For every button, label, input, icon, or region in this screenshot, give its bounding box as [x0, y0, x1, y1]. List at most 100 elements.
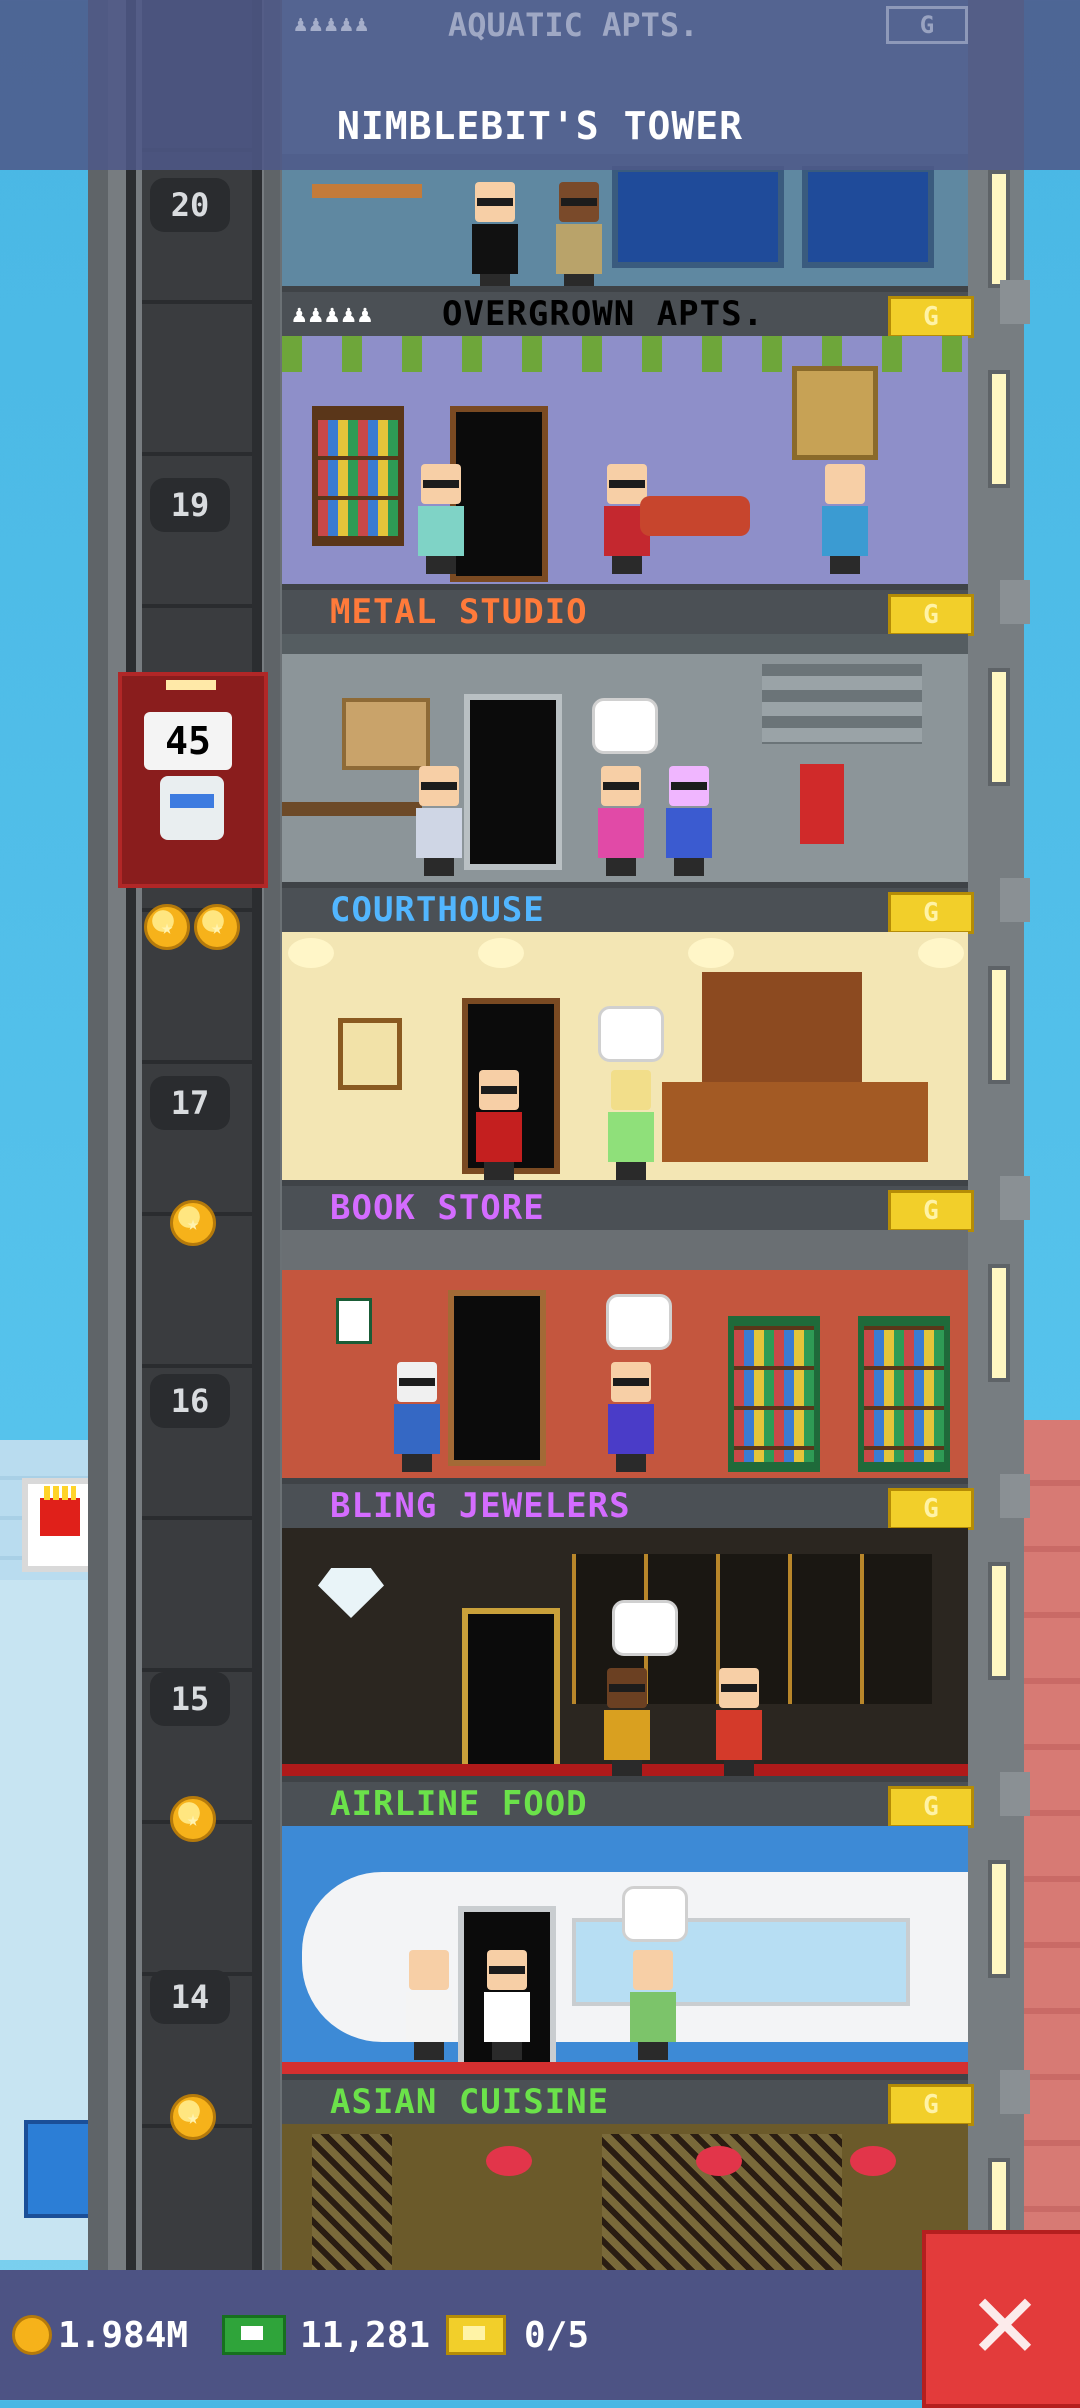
- lattice-window: [312, 2134, 392, 2284]
- tool-board: [342, 698, 430, 770]
- speech-bubble[interactable]: [612, 1600, 678, 1656]
- ticket-icon: [446, 2315, 506, 2355]
- waiting-coin-icon[interactable]: ★: [144, 904, 190, 950]
- bux-value: 11,281: [300, 2314, 431, 2356]
- floor-number-17: 17: [150, 1076, 230, 1130]
- floor-number-16: 16: [150, 1374, 230, 1428]
- floor-badge-icon[interactable]: G: [888, 892, 974, 934]
- coins-value: 1.984M: [58, 2314, 189, 2356]
- tower-name[interactable]: NIMBLEBIT'S TOWER: [0, 104, 1080, 148]
- bitizen[interactable]: [414, 464, 468, 574]
- floor-title: BOOK STORE: [330, 1188, 545, 1228]
- toolbox: [800, 764, 844, 844]
- speech-bubble[interactable]: [622, 1886, 688, 1942]
- waiting-coin-icon[interactable]: ★: [170, 1200, 216, 1246]
- bitizen[interactable]: [390, 1362, 444, 1472]
- top-floor-name: AQUATIC APTS.: [448, 6, 699, 44]
- floor-number-15: 15: [150, 1672, 230, 1726]
- floor-door: [448, 1290, 546, 1466]
- floor-room[interactable]: [282, 634, 968, 882]
- tower-scene: 20 19 17 16 15 14 ★ ★ ★ ★ ★ 45 ♟♟♟♟♟ OVE…: [0, 0, 1080, 2400]
- top-floor-badge-icon: G: [886, 6, 968, 44]
- fries-icon: [40, 1486, 80, 1536]
- top-floor-pips: ♟♟♟♟♟: [294, 12, 371, 37]
- floor-room[interactable]: [282, 1528, 968, 1776]
- bitizen[interactable]: [472, 1070, 526, 1180]
- bitizen[interactable]: [604, 1070, 658, 1180]
- fries-billboard: [22, 1478, 98, 1572]
- resident-pips: ♟♟♟♟♟: [292, 300, 375, 328]
- court-railing: [662, 1082, 928, 1162]
- floor-number-14: 14: [150, 1970, 230, 2024]
- wall-painting: [792, 366, 878, 460]
- table: [312, 184, 422, 198]
- floor-badge-icon[interactable]: G: [888, 296, 974, 338]
- floor-overgrown-apts[interactable]: ♟♟♟♟♟ OVERGROWN APTS. G: [282, 292, 974, 590]
- floor-door: [462, 1608, 560, 1776]
- bitizen[interactable]: [662, 766, 716, 876]
- window-light: [988, 170, 1010, 288]
- floor-title: OVERGROWN APTS.: [442, 294, 765, 334]
- resource-bar: 1.984M 11,281 0/5: [0, 2270, 1080, 2400]
- bitizen[interactable]: [626, 1950, 680, 2060]
- floor-courthouse[interactable]: COURTHOUSE G: [282, 888, 974, 1186]
- floor-room[interactable]: [282, 932, 968, 1180]
- floor-room[interactable]: [282, 336, 968, 584]
- wall-sign: [336, 1298, 372, 1344]
- bitizen[interactable]: [818, 464, 872, 574]
- floor-bling-jewelers[interactable]: BLING JEWELERS G: [282, 1484, 974, 1782]
- window-light: [988, 1562, 1010, 1680]
- elevator-cable-right: [252, 0, 262, 2280]
- bitizen[interactable]: [412, 766, 466, 876]
- coin-icon: [12, 2315, 52, 2355]
- background-building-right: [1020, 1420, 1080, 2260]
- ledge: [1000, 1176, 1030, 1220]
- floor-airline-food[interactable]: AIRLINE FOOD G: [282, 1782, 974, 2080]
- floor-badge-icon[interactable]: G: [888, 1488, 974, 1530]
- waiting-coin-icon[interactable]: ★: [170, 1796, 216, 1842]
- floor-metal-studio[interactable]: METAL STUDIO G: [282, 590, 974, 888]
- coins-stat[interactable]: 1.984M: [12, 2310, 188, 2360]
- floor-room[interactable]: [282, 1230, 968, 1478]
- diamond-icon: [318, 1568, 384, 1618]
- bitizen[interactable]: [604, 1362, 658, 1472]
- aquarium-window: [612, 166, 784, 268]
- window-light: [988, 966, 1010, 1084]
- bitizen[interactable]: [552, 182, 606, 286]
- floor-number-20: 20: [150, 178, 230, 232]
- floor-badge-icon[interactable]: G: [888, 594, 974, 636]
- elevator-track: [142, 0, 252, 2280]
- bitizen[interactable]: [480, 1950, 534, 2060]
- bitizen[interactable]: [468, 182, 522, 286]
- window-light: [988, 370, 1010, 488]
- bitizen[interactable]: [712, 1668, 766, 1776]
- floor-badge-icon[interactable]: G: [888, 2084, 974, 2126]
- close-button[interactable]: ✕: [922, 2230, 1080, 2408]
- lantern: [850, 2146, 896, 2176]
- speech-bubble[interactable]: [592, 698, 658, 754]
- waiting-coin-icon[interactable]: ★: [194, 904, 240, 950]
- metal-racks: [762, 664, 922, 744]
- ledge: [1000, 580, 1030, 624]
- speech-bubble[interactable]: [598, 1006, 664, 1062]
- bux-icon: [222, 2315, 286, 2355]
- bitizen[interactable]: [594, 766, 648, 876]
- waiting-coin-icon[interactable]: ★: [170, 2094, 216, 2140]
- aquarium-window: [802, 166, 934, 268]
- window-light: [988, 1264, 1010, 1382]
- tickets-stat[interactable]: 0/5: [446, 2310, 589, 2360]
- floor-badge-icon[interactable]: G: [888, 1190, 974, 1232]
- lantern: [486, 2146, 532, 2176]
- sofa: [640, 496, 750, 536]
- floor-room[interactable]: [282, 1826, 968, 2074]
- bitizen[interactable]: [600, 1668, 654, 1776]
- framed-notice: [338, 1018, 402, 1090]
- bux-stat[interactable]: 11,281: [222, 2310, 430, 2360]
- floor-book-store[interactable]: BOOK STORE G: [282, 1186, 974, 1484]
- bookshelf: [858, 1316, 950, 1472]
- floor-badge-icon[interactable]: G: [888, 1786, 974, 1828]
- bitizen[interactable]: [402, 1950, 456, 2060]
- speech-bubble[interactable]: [606, 1294, 672, 1350]
- elevator-car[interactable]: 45: [118, 672, 268, 888]
- elevator-light: [166, 680, 216, 690]
